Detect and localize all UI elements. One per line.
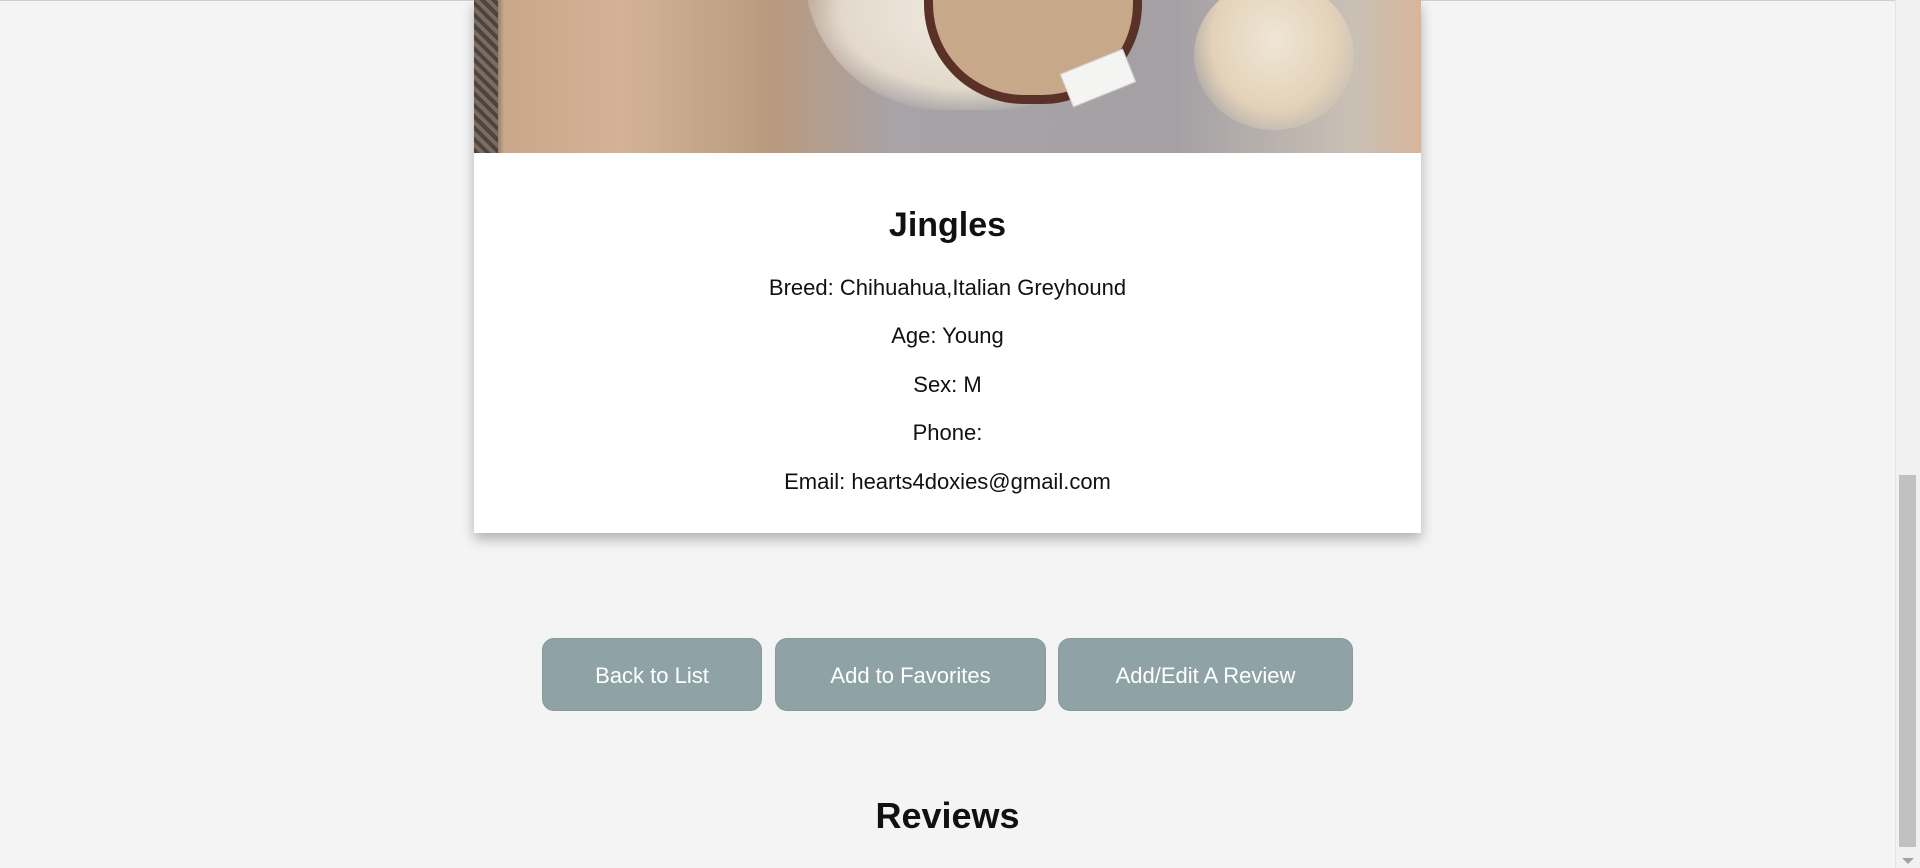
pet-breed: Breed: Chihuahua,Italian Greyhound bbox=[768, 275, 1127, 300]
reviews-heading: Reviews bbox=[875, 795, 1020, 836]
action-buttons: Back to List Add to Favorites Add/Edit A… bbox=[0, 638, 1900, 711]
pet-photo bbox=[474, 0, 1421, 153]
scrollbar-thumb[interactable] bbox=[1899, 475, 1916, 847]
back-to-list-button[interactable]: Back to List bbox=[542, 638, 762, 711]
photo-basket-texture bbox=[474, 0, 498, 153]
photo-dog-paw bbox=[1194, 0, 1354, 130]
pet-info: Jingles Breed: Chihuahua,Italian Greyhou… bbox=[474, 153, 1421, 494]
pet-detail-page: Jingles Breed: Chihuahua,Italian Greyhou… bbox=[0, 0, 1920, 868]
pet-name: Jingles bbox=[888, 206, 1007, 244]
add-to-favorites-button[interactable]: Add to Favorites bbox=[775, 638, 1046, 711]
pet-sex: Sex: M bbox=[913, 372, 982, 397]
pet-age: Age: Young bbox=[891, 323, 1004, 348]
add-edit-review-button[interactable]: Add/Edit A Review bbox=[1058, 638, 1353, 711]
scroll-down-arrow-icon[interactable] bbox=[1902, 858, 1914, 864]
pet-email: Email: hearts4doxies@gmail.com bbox=[784, 469, 1111, 494]
pet-card: Jingles Breed: Chihuahua,Italian Greyhou… bbox=[474, 0, 1421, 533]
vertical-scrollbar[interactable] bbox=[1895, 0, 1920, 868]
pet-phone: Phone: bbox=[912, 420, 983, 445]
